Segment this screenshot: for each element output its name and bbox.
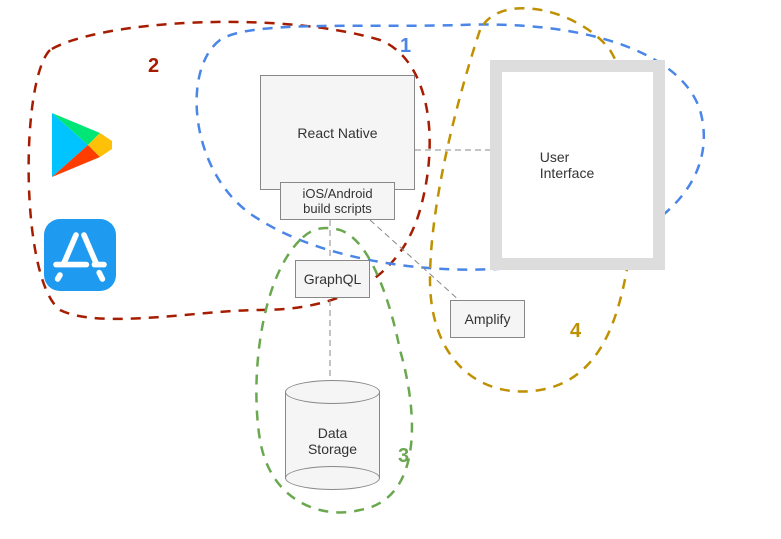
region-3-label: 3 — [398, 445, 409, 468]
graphql-box: GraphQL — [295, 260, 370, 298]
region-4-label: 4 — [570, 320, 581, 343]
amplify-label: Amplify — [465, 311, 511, 327]
react-native-label: React Native — [297, 125, 377, 141]
google-play-icon — [40, 105, 120, 185]
user-interface-label: User Interface — [540, 149, 616, 181]
apple-app-store-icon — [40, 215, 120, 295]
build-scripts-box: iOS/Android build scripts — [280, 182, 395, 220]
data-storage-cylinder: Data Storage — [285, 380, 380, 490]
react-native-box: React Native — [260, 75, 415, 190]
device-frame: User Interface — [490, 60, 665, 270]
graphql-label: GraphQL — [304, 271, 362, 287]
amplify-box: Amplify — [450, 300, 525, 338]
build-scripts-label: iOS/Android build scripts — [302, 186, 372, 216]
data-storage-label: Data Storage — [285, 425, 380, 457]
region-1-label: 1 — [400, 35, 411, 58]
connector-build-amplify — [370, 220, 470, 310]
region-2-label: 2 — [148, 55, 159, 78]
